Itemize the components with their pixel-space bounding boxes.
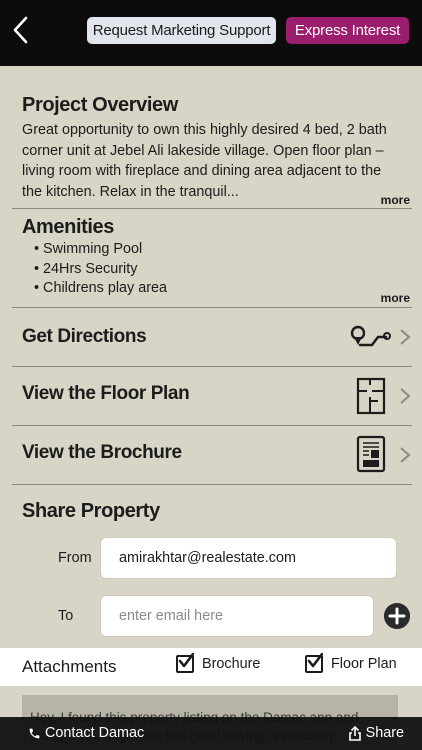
checkbox-checked-icon bbox=[176, 653, 194, 673]
amenity-item: Swimming Pool bbox=[34, 240, 167, 260]
from-label: From bbox=[58, 550, 92, 566]
brochure-checkbox-label: Brochure bbox=[202, 656, 261, 672]
checkbox-checked-icon bbox=[305, 653, 323, 673]
amenities-list: Swimming Pool 24Hrs Security Childrens p… bbox=[34, 240, 167, 299]
floor-plan-icon bbox=[356, 377, 386, 415]
share-button[interactable]: Share bbox=[348, 725, 404, 741]
chevron-right-icon bbox=[400, 447, 411, 463]
divider bbox=[12, 484, 412, 485]
view-floor-plan-label: View the Floor Plan bbox=[22, 383, 190, 404]
amenity-item: 24Hrs Security bbox=[34, 260, 167, 280]
get-directions-label: Get Directions bbox=[22, 326, 147, 347]
contact-damac-label: Contact Damac bbox=[45, 725, 145, 741]
brochure-icon bbox=[356, 435, 386, 473]
chevron-right-icon bbox=[400, 329, 411, 345]
amenities-more-link[interactable]: more bbox=[381, 291, 410, 305]
attachments-title: Attachments bbox=[22, 657, 117, 676]
request-marketing-support-button[interactable]: Request Marketing Support bbox=[87, 17, 276, 44]
phone-icon bbox=[29, 728, 40, 738]
get-directions-row[interactable]: Get Directions bbox=[0, 308, 422, 366]
contact-damac-button[interactable]: Contact Damac bbox=[28, 725, 144, 741]
express-interest-button[interactable]: Express Interest bbox=[286, 17, 409, 44]
chevron-right-icon bbox=[400, 388, 411, 404]
view-brochure-label: View the Brochure bbox=[22, 442, 182, 463]
bottom-bar: Contact Damac Share bbox=[0, 717, 422, 750]
add-recipient-plus-icon[interactable] bbox=[384, 603, 410, 629]
share-icon bbox=[348, 725, 361, 741]
project-overview-title: Project Overview bbox=[22, 94, 178, 116]
divider bbox=[12, 208, 412, 209]
floor-plan-checkbox[interactable]: Floor Plan bbox=[305, 653, 397, 673]
attachments-bar: Attachments Brochure Floor Plan bbox=[0, 648, 422, 686]
route-icon bbox=[350, 325, 391, 347]
to-label: To bbox=[58, 608, 74, 624]
view-brochure-row[interactable]: View the Brochure bbox=[0, 426, 422, 484]
brochure-checkbox[interactable]: Brochure bbox=[176, 653, 261, 673]
share-label: Share bbox=[365, 725, 404, 741]
project-overview-text: Great opportunity to own this highly des… bbox=[22, 122, 387, 200]
amenity-item: Childrens play area bbox=[34, 279, 167, 299]
to-email-input[interactable] bbox=[100, 595, 374, 637]
floor-plan-checkbox-label: Floor Plan bbox=[331, 656, 397, 672]
amenities-title: Amenities bbox=[22, 216, 114, 238]
share-property-title: Share Property bbox=[22, 500, 160, 522]
overview-more-link[interactable]: more bbox=[381, 193, 410, 207]
chevron-left-icon bbox=[13, 16, 28, 44]
view-floor-plan-row[interactable]: View the Floor Plan bbox=[0, 367, 422, 425]
back-button[interactable] bbox=[6, 12, 34, 48]
top-bar: Request Marketing Support Express Intere… bbox=[0, 0, 422, 66]
from-email-input[interactable] bbox=[100, 537, 397, 579]
